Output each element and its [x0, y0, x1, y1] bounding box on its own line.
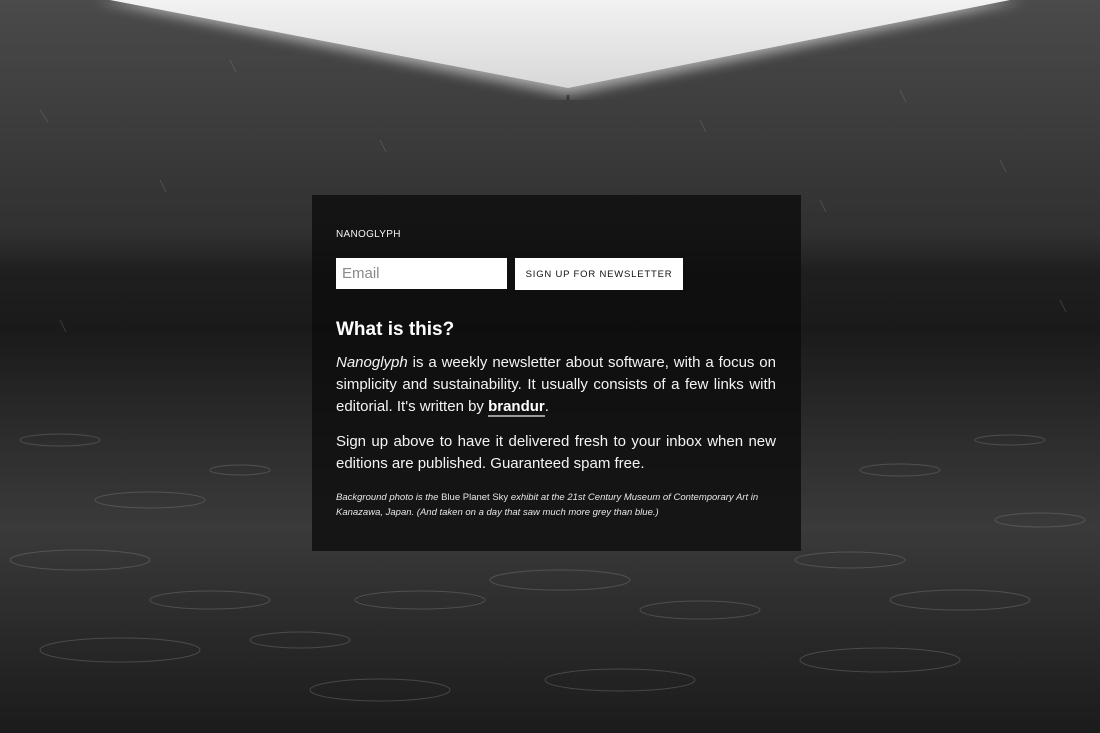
- exhibit-name: Blue Planet Sky: [441, 492, 509, 503]
- intro-end: .: [544, 398, 549, 415]
- brand-name: NANOGLYPH: [336, 229, 401, 240]
- newsletter-panel: NANOGLYPH SIGN UP FOR NEWSLETTER What is…: [312, 195, 801, 551]
- email-input[interactable]: [336, 258, 507, 289]
- signup-button[interactable]: SIGN UP FOR NEWSLETTER: [515, 258, 683, 290]
- newsletter-name: Nanoglyph: [336, 354, 408, 371]
- credit-part1: Background photo is the: [336, 492, 442, 503]
- photo-credit: Background photo is the Blue Planet Sky …: [336, 490, 776, 520]
- intro-paragraph: Nanoglyph is a weekly newsletter about s…: [336, 352, 776, 418]
- section-heading: What is this?: [336, 319, 455, 340]
- author-link[interactable]: brandur: [488, 398, 545, 417]
- signup-paragraph: Sign up above to have it delivered fresh…: [336, 433, 776, 472]
